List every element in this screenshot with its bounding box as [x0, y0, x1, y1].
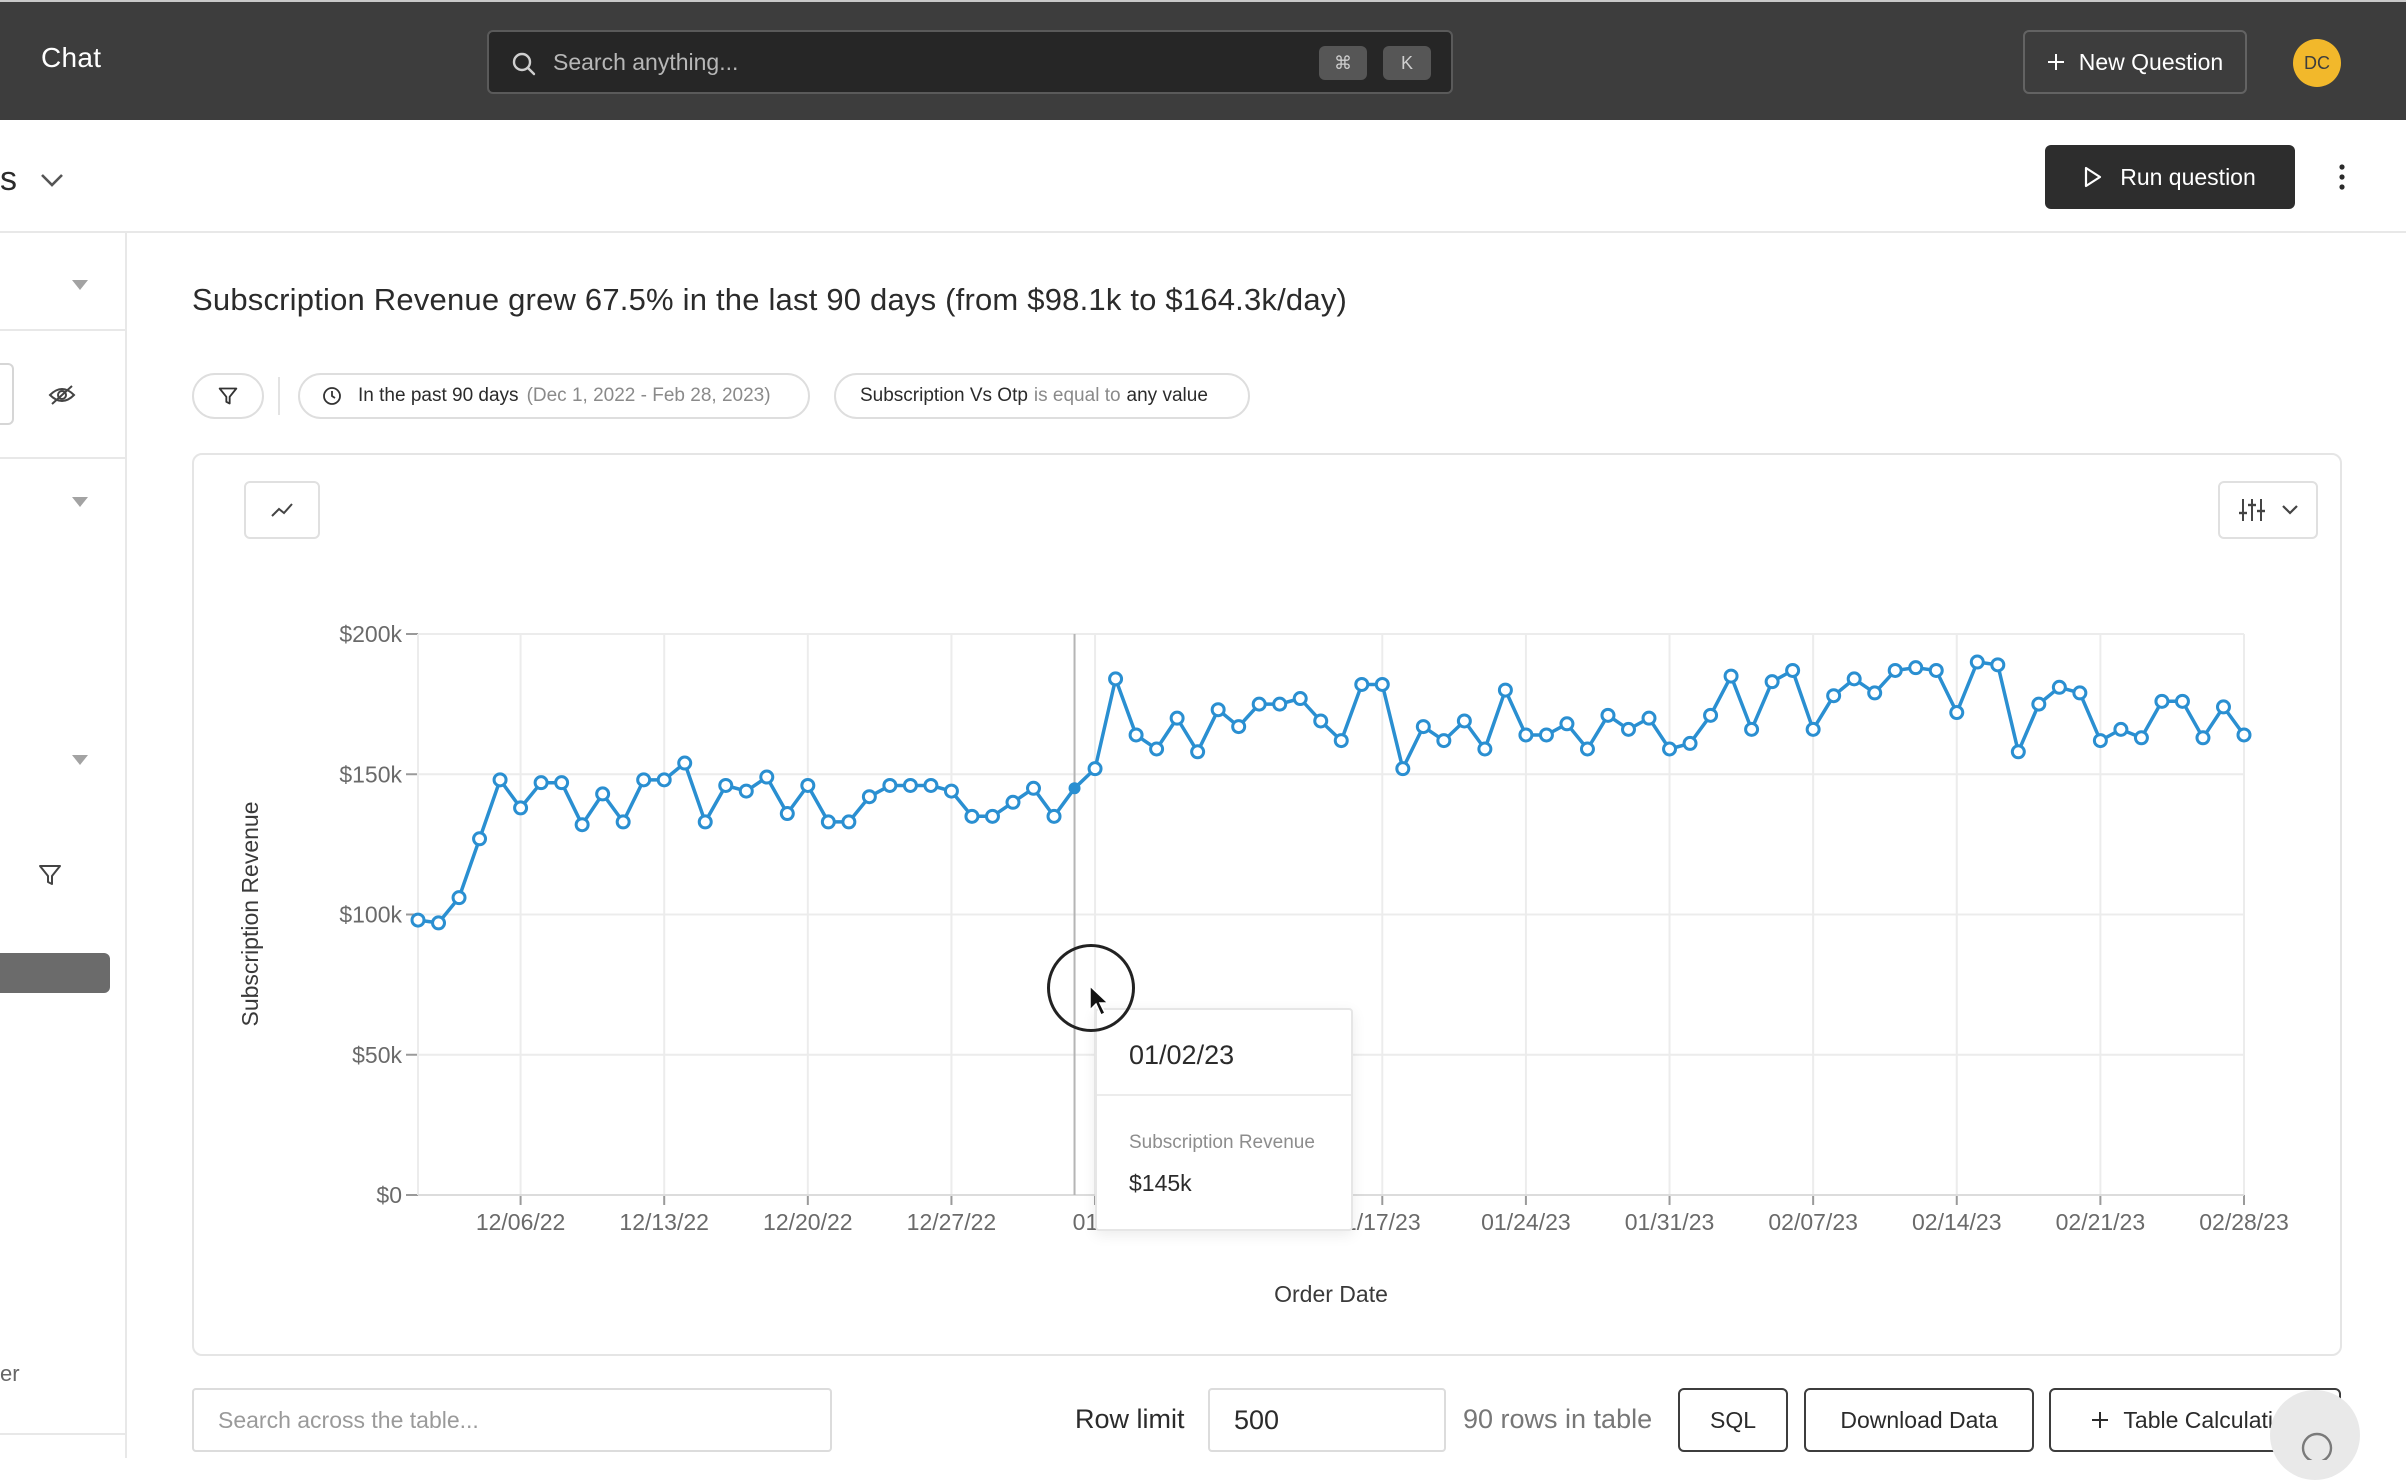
field-filter-pill[interactable]: Subscription Vs Otp is equal to any valu…: [834, 373, 1250, 419]
more-options-icon[interactable]: [2330, 158, 2354, 196]
new-question-label: New Question: [2078, 48, 2224, 75]
table-search-input[interactable]: [192, 1388, 832, 1452]
sliders-icon: [2239, 499, 2265, 521]
clock-icon: [323, 387, 341, 405]
plus-icon: [2092, 1412, 2109, 1428]
tooltip-divider: [1097, 1094, 1351, 1096]
search-input[interactable]: [553, 32, 1153, 92]
add-filter-button[interactable]: [192, 373, 264, 419]
top-bar: Chat ⌘ K New Question DC: [0, 0, 2406, 120]
tooltip-date: 01/02/23: [1129, 1040, 1235, 1070]
download-data-button[interactable]: Download Data: [1804, 1388, 2034, 1452]
sql-button[interactable]: SQL: [1678, 1388, 1788, 1452]
sidebar-truncated-text: er: [0, 1361, 20, 1386]
field-sidebar: er: [0, 233, 127, 1458]
sidebar-input-edge[interactable]: [0, 363, 14, 425]
row-count: 90 rows in table: [1463, 1404, 1653, 1434]
question-header: s Run question: [0, 120, 2406, 233]
user-avatar[interactable]: DC: [2293, 39, 2341, 87]
search-icon: [512, 52, 536, 76]
caret-down-icon[interactable]: [72, 280, 88, 290]
filter-value: any value: [1126, 385, 1208, 406]
play-icon: [2085, 166, 2102, 188]
filter-field: Subscription Vs Otp: [860, 385, 1028, 406]
filter-icon: [218, 387, 238, 405]
chart-settings-button[interactable]: [2218, 481, 2318, 539]
question-name[interactable]: s: [0, 160, 17, 199]
row-limit-label: Row limit: [1075, 1404, 1185, 1434]
kbd-k-badge: K: [1383, 46, 1431, 80]
global-search[interactable]: ⌘ K: [487, 30, 1453, 94]
mouse-pointer-icon: [1089, 984, 1110, 1017]
filter-operator: is equal to: [1033, 385, 1121, 406]
filter-separator: [278, 377, 280, 415]
download-label: Download Data: [1840, 1406, 1998, 1433]
row-limit-input[interactable]: [1208, 1388, 1446, 1452]
chevron-down-icon: [2282, 505, 2298, 515]
kbd-cmd-badge: ⌘: [1319, 46, 1367, 80]
run-question-button[interactable]: Run question: [2045, 145, 2295, 209]
chart-tooltip: 01/02/23 Subscription Revenue $145k: [1095, 1008, 1353, 1231]
tooltip-series-label: Subscription Revenue: [1129, 1132, 1315, 1153]
chevron-down-icon[interactable]: [38, 166, 66, 194]
date-filter-range: (Dec 1, 2022 - Feb 28, 2023): [526, 385, 771, 406]
caret-down-icon[interactable]: [72, 755, 88, 765]
line-chart-icon: [271, 503, 293, 517]
sidebar-divider: [0, 329, 127, 331]
sidebar-selected-item[interactable]: [0, 953, 110, 993]
sql-label: SQL: [1709, 1406, 1757, 1433]
chat-bubble-icon: [2301, 1432, 2333, 1464]
help-chat-button[interactable]: [2270, 1390, 2360, 1480]
chart-type-button[interactable]: [244, 481, 320, 539]
date-filter-label: In the past 90 days: [358, 385, 519, 406]
filter-icon[interactable]: [38, 863, 62, 887]
tooltip-value: $145k: [1129, 1170, 1192, 1196]
date-filter-pill[interactable]: In the past 90 days (Dec 1, 2022 - Feb 2…: [298, 373, 810, 419]
app-title[interactable]: Chat: [41, 42, 101, 74]
eye-off-icon[interactable]: [48, 383, 76, 407]
insight-title: Subscription Revenue grew 67.5% in the l…: [192, 282, 1348, 317]
run-question-label: Run question: [2120, 163, 2256, 190]
sidebar-divider: [0, 457, 127, 459]
caret-down-icon[interactable]: [72, 497, 88, 507]
table-controls: Row limit 90 rows in table SQL Download …: [0, 1388, 2406, 1458]
plus-icon: [2047, 54, 2064, 70]
new-question-button[interactable]: New Question: [2023, 30, 2247, 94]
